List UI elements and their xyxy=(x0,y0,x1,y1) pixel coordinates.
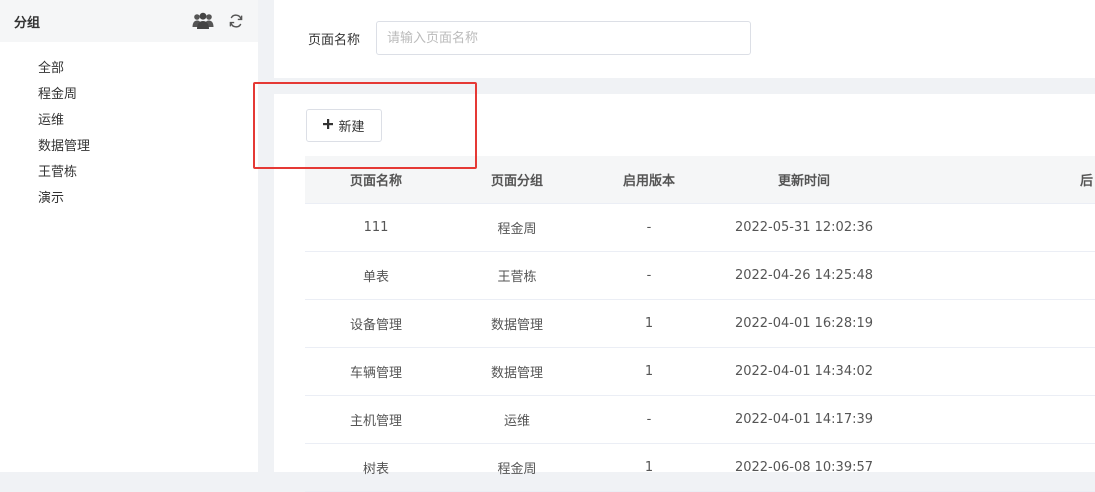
cell-updated-time: 2022-05-31 12:02:36 xyxy=(734,220,874,235)
cell-page-name: 主机管理 xyxy=(349,414,402,429)
column-header-page-group[interactable]: 页面分组 xyxy=(447,170,587,189)
list-panel: 新建 页面名称 页面分组 启用版本 更新时间 后 111 程金周 - 2022-… xyxy=(274,94,1095,492)
cell-version: - xyxy=(646,412,652,427)
cell-page-name: 树表 xyxy=(362,462,389,477)
refresh-icon[interactable] xyxy=(228,13,244,29)
table-row[interactable]: 树表 程金周 1 2022-06-08 10:39:57 xyxy=(305,444,1095,492)
table-row[interactable]: 111 程金周 - 2022-05-31 12:02:36 xyxy=(305,204,1095,252)
group-item[interactable]: 数据管理 xyxy=(38,134,258,160)
table-row[interactable]: 车辆管理 数据管理 1 2022-04-01 14:34:02 xyxy=(305,348,1095,396)
cell-version: - xyxy=(646,220,652,235)
cell-updated-time: 2022-04-01 16:28:19 xyxy=(734,316,874,331)
sidebar-header-actions xyxy=(192,12,244,30)
plus-icon xyxy=(323,118,334,133)
cell-updated-time: 2022-06-08 10:39:57 xyxy=(734,460,874,475)
column-header-version[interactable]: 启用版本 xyxy=(587,170,711,189)
cell-page-name: 设备管理 xyxy=(349,318,402,333)
cell-updated-time: 2022-04-01 14:17:39 xyxy=(734,412,874,427)
table-row[interactable]: 主机管理 运维 - 2022-04-01 14:17:39 xyxy=(305,396,1095,444)
column-header-truncated: 后 xyxy=(1079,174,1093,189)
users-icon[interactable] xyxy=(192,12,214,30)
table-header: 页面名称 页面分组 启用版本 更新时间 后 xyxy=(305,156,1095,204)
cell-page-name: 111 xyxy=(363,220,389,235)
column-header-updated-time[interactable]: 更新时间 xyxy=(711,170,897,189)
cell-updated-time: 2022-04-01 14:34:02 xyxy=(734,364,874,379)
group-item[interactable]: 王菅栋 xyxy=(38,160,258,186)
column-header-page-name[interactable]: 页面名称 xyxy=(305,170,447,189)
group-item[interactable]: 演示 xyxy=(38,186,258,212)
cell-page-group: 王菅栋 xyxy=(497,270,537,285)
cell-version: 1 xyxy=(644,316,654,331)
group-item[interactable]: 运维 xyxy=(38,108,258,134)
group-list: 全部 程金周 运维 数据管理 王菅栋 演示 xyxy=(0,42,258,212)
cell-page-group: 数据管理 xyxy=(490,366,543,381)
table-row[interactable]: 单表 王菅栋 - 2022-04-26 14:25:48 xyxy=(305,252,1095,300)
table-row[interactable]: 设备管理 数据管理 1 2022-04-01 16:28:19 xyxy=(305,300,1095,348)
group-item-all[interactable]: 全部 xyxy=(38,56,258,82)
cell-updated-time: 2022-04-26 14:25:48 xyxy=(734,268,874,283)
search-panel: 页面名称 xyxy=(274,0,1095,78)
cell-page-group: 程金周 xyxy=(497,462,537,477)
main-content: 页面名称 新建 页面名称 页面分组 启用版本 更新时间 后 111 程 xyxy=(258,0,1095,492)
cell-page-group: 程金周 xyxy=(497,222,537,237)
new-button-label: 新建 xyxy=(338,120,365,135)
cell-page-group: 运维 xyxy=(503,414,530,429)
cell-page-name: 车辆管理 xyxy=(349,366,402,381)
cell-version: 1 xyxy=(644,460,654,475)
page-name-search-input[interactable] xyxy=(376,21,751,55)
group-item[interactable]: 程金周 xyxy=(38,82,258,108)
cell-version: - xyxy=(646,268,652,283)
sidebar-header: 分组 xyxy=(0,0,258,42)
cell-page-name: 单表 xyxy=(362,270,389,285)
search-label: 页面名称 xyxy=(308,33,361,48)
cell-version: 1 xyxy=(644,364,654,379)
group-sidebar: 分组 全部 程金周 运维 数据管理 王菅栋 演示 xyxy=(0,0,258,472)
sidebar-title: 分组 xyxy=(14,15,41,31)
cell-page-group: 数据管理 xyxy=(490,318,543,333)
new-button[interactable]: 新建 xyxy=(306,109,382,142)
pages-table: 页面名称 页面分组 启用版本 更新时间 后 111 程金周 - 2022-05-… xyxy=(305,156,1095,492)
